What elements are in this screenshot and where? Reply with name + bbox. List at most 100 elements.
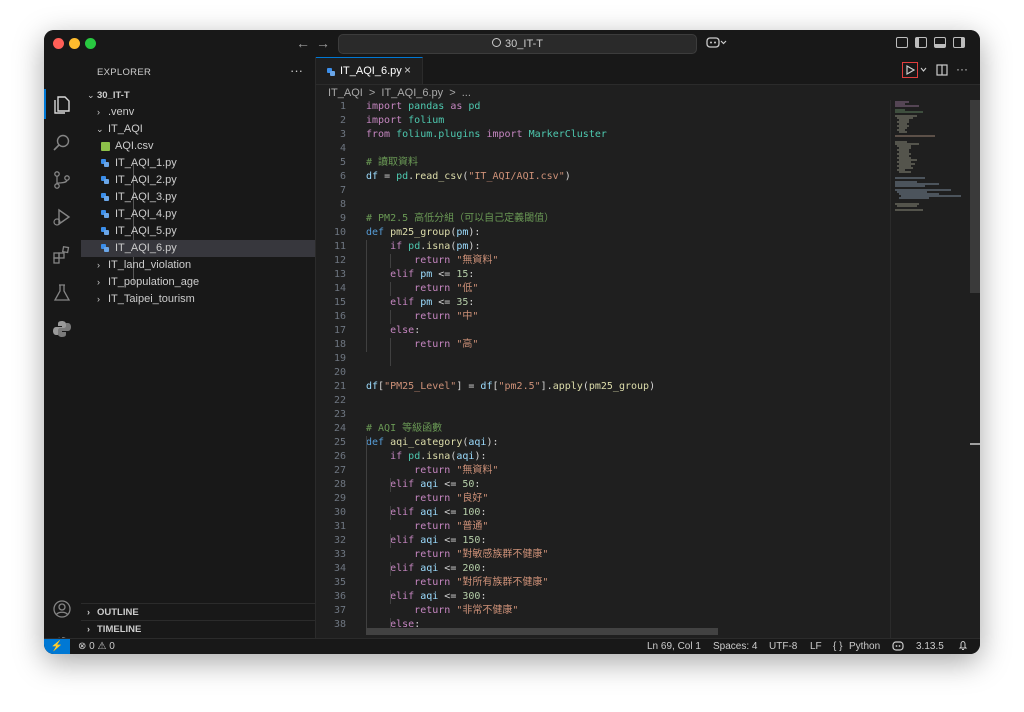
breadcrumb-folder[interactable]: IT_AQI bbox=[328, 87, 363, 99]
tree-item-venv[interactable]: › .venv bbox=[81, 104, 315, 121]
python-icon[interactable] bbox=[52, 319, 72, 339]
accounts-icon[interactable] bbox=[52, 599, 72, 619]
code-token: apply bbox=[552, 381, 583, 392]
close-window-button[interactable] bbox=[53, 38, 64, 49]
more-actions-icon[interactable]: ··· bbox=[290, 63, 303, 78]
code-line[interactable]: 28 elif aqi <= 50: bbox=[316, 478, 890, 492]
code-line[interactable]: 14 return "低" bbox=[316, 282, 890, 296]
testing-flask-icon[interactable] bbox=[52, 283, 72, 303]
tree-item-label: IT_AQI_6.py bbox=[115, 242, 177, 254]
vscode-window: ← → 30_IT-T EXPLORER ··· ⌄ 30_IT-T › .ve… bbox=[44, 30, 980, 654]
code-line[interactable]: 12 return "無資料" bbox=[316, 254, 890, 268]
cursor-position[interactable]: Ln 69, Col 1 bbox=[647, 641, 701, 652]
tree-item-it-aqi-3[interactable]: IT_AQI_3.py bbox=[81, 189, 315, 206]
code-line[interactable]: 17 else: bbox=[316, 324, 890, 338]
code-line[interactable]: 16 return "中" bbox=[316, 310, 890, 324]
code-editor[interactable]: 1 import pandas as pd 2 import folium 3 from … bbox=[316, 100, 890, 638]
code-line[interactable]: 31 return "普通" bbox=[316, 520, 890, 534]
code-line[interactable]: 9 # PM2.5 高低分組（可以自己定義閾值） bbox=[316, 212, 890, 226]
run-debug-icon[interactable] bbox=[52, 207, 72, 227]
python-interpreter-version[interactable]: 3.13.5 bbox=[916, 641, 944, 652]
copilot-icon[interactable] bbox=[706, 36, 728, 51]
code-line[interactable]: 30 elif aqi <= 100: bbox=[316, 506, 890, 520]
tree-item-it-aqi-5[interactable]: IT_AQI_5.py bbox=[81, 223, 315, 240]
toggle-panel-icon[interactable] bbox=[934, 37, 946, 48]
explorer-files-icon[interactable] bbox=[52, 95, 72, 115]
breadcrumb-symbol[interactable]: ... bbox=[462, 87, 471, 99]
code-line[interactable]: 32 elif aqi <= 150: bbox=[316, 534, 890, 548]
tab-it-aqi-6[interactable]: IT_AQI_6.py × bbox=[316, 57, 423, 84]
code-line[interactable]: 22 bbox=[316, 394, 890, 408]
tree-item-aqi-csv[interactable]: AQI.csv bbox=[81, 138, 315, 155]
breadcrumb-file[interactable]: IT_AQI_6.py bbox=[381, 87, 443, 99]
tree-item-it-taipei-tourism[interactable]: › IT_Taipei_tourism bbox=[81, 291, 315, 308]
code-line[interactable]: 19 bbox=[316, 352, 890, 366]
code-line[interactable]: 26 if pd.isna(aqi): bbox=[316, 450, 890, 464]
code-line[interactable]: 5 # 讀取資料 bbox=[316, 156, 890, 170]
search-icon[interactable] bbox=[52, 133, 72, 153]
back-arrow-icon[interactable]: ← bbox=[296, 35, 310, 51]
editor-more-actions-icon[interactable]: ··· bbox=[956, 62, 968, 76]
code-line[interactable]: 34 elif aqi <= 200: bbox=[316, 562, 890, 576]
tree-item-it-aqi-1[interactable]: IT_AQI_1.py bbox=[81, 155, 315, 172]
code-line[interactable]: 2 import folium bbox=[316, 114, 890, 128]
tree-item-it-aqi-2[interactable]: IT_AQI_2.py bbox=[81, 172, 315, 189]
notifications-bell-icon[interactable] bbox=[958, 640, 968, 654]
code-line[interactable]: 15 elif pm <= 35: bbox=[316, 296, 890, 310]
encoding-setting[interactable]: UTF-8 bbox=[769, 641, 797, 652]
remote-indicator-icon[interactable]: ⚡ bbox=[44, 639, 70, 654]
code-line[interactable]: 21 df["PM25_Level"] = df["pm2.5"].apply(p… bbox=[316, 380, 890, 394]
code-line[interactable]: 29 return "良好" bbox=[316, 492, 890, 506]
outline-section-header[interactable]: › OUTLINE bbox=[81, 603, 315, 621]
command-center-search[interactable]: 30_IT-T bbox=[338, 34, 697, 54]
horizontal-scrollbar[interactable] bbox=[366, 628, 718, 635]
copilot-status-icon[interactable] bbox=[892, 641, 904, 654]
language-mode[interactable]: Python bbox=[849, 641, 880, 652]
code-line[interactable]: 33 return "對敏感族群不健康" bbox=[316, 548, 890, 562]
tree-item-it-land-violation[interactable]: › IT_land_violation bbox=[81, 257, 315, 274]
code-line[interactable]: 11 if pd.isna(pm): bbox=[316, 240, 890, 254]
code-line[interactable]: 3 from folium.plugins import MarkerCluste… bbox=[316, 128, 890, 142]
timeline-section-header[interactable]: › TIMELINE bbox=[81, 620, 315, 638]
code-line[interactable]: 6 df = pd.read_csv("IT_AQI/AQI.csv") bbox=[316, 170, 890, 184]
minimize-window-button[interactable] bbox=[69, 38, 80, 49]
code-line[interactable]: 25 def aqi_category(aqi): bbox=[316, 436, 890, 450]
zoom-window-button[interactable] bbox=[85, 38, 96, 49]
customize-layout-icon[interactable] bbox=[896, 37, 908, 48]
code-line[interactable]: 8 bbox=[316, 198, 890, 212]
vertical-scrollbar-thumb[interactable] bbox=[970, 100, 980, 293]
split-editor-icon[interactable] bbox=[936, 64, 948, 76]
workspace-root[interactable]: ⌄ 30_IT-T bbox=[81, 87, 315, 104]
code-line[interactable]: 37 return "非常不健康" bbox=[316, 604, 890, 618]
toggle-primary-sidebar-icon[interactable] bbox=[915, 37, 927, 48]
forward-arrow-icon[interactable]: → bbox=[316, 35, 330, 51]
code-line[interactable]: 7 bbox=[316, 184, 890, 198]
code-line[interactable]: 23 bbox=[316, 408, 890, 422]
tree-item-it-aqi[interactable]: ⌄ IT_AQI bbox=[81, 121, 315, 138]
code-line[interactable]: 24 # AQI 等級函數 bbox=[316, 422, 890, 436]
run-python-file-button[interactable] bbox=[902, 62, 918, 78]
source-control-icon[interactable] bbox=[52, 170, 72, 190]
code-line[interactable]: 18 return "高" bbox=[316, 338, 890, 352]
code-line[interactable]: 36 elif aqi <= 300: bbox=[316, 590, 890, 604]
code-line[interactable]: 13 elif pm <= 15: bbox=[316, 268, 890, 282]
tree-item-label: IT_AQI bbox=[108, 123, 143, 135]
close-tab-icon[interactable]: × bbox=[404, 63, 411, 77]
code-line[interactable]: 20 bbox=[316, 366, 890, 380]
code-line[interactable]: 1 import pandas as pd bbox=[316, 100, 890, 114]
tree-item-it-aqi-4[interactable]: IT_AQI_4.py bbox=[81, 206, 315, 223]
tree-item-it-population-age[interactable]: › IT_population_age bbox=[81, 274, 315, 291]
tree-item-it-aqi-6[interactable]: IT_AQI_6.py bbox=[81, 240, 315, 257]
code-line[interactable]: 4 bbox=[316, 142, 890, 156]
code-line[interactable]: 27 return "無資料" bbox=[316, 464, 890, 478]
eol-setting[interactable]: LF bbox=[810, 641, 822, 652]
minimap[interactable] bbox=[890, 100, 971, 638]
indentation-setting[interactable]: Spaces: 4 bbox=[713, 641, 757, 652]
problems-indicator[interactable]: ⊗ 0 ⚠ 0 bbox=[78, 641, 115, 652]
code-line[interactable]: 10 def pm25_group(pm): bbox=[316, 226, 890, 240]
toggle-secondary-sidebar-icon[interactable] bbox=[953, 37, 965, 48]
extensions-icon[interactable] bbox=[52, 245, 72, 265]
code-token: : bbox=[480, 535, 487, 546]
code-line[interactable]: 35 return "對所有族群不健康" bbox=[316, 576, 890, 590]
chevron-down-icon[interactable] bbox=[920, 67, 927, 73]
